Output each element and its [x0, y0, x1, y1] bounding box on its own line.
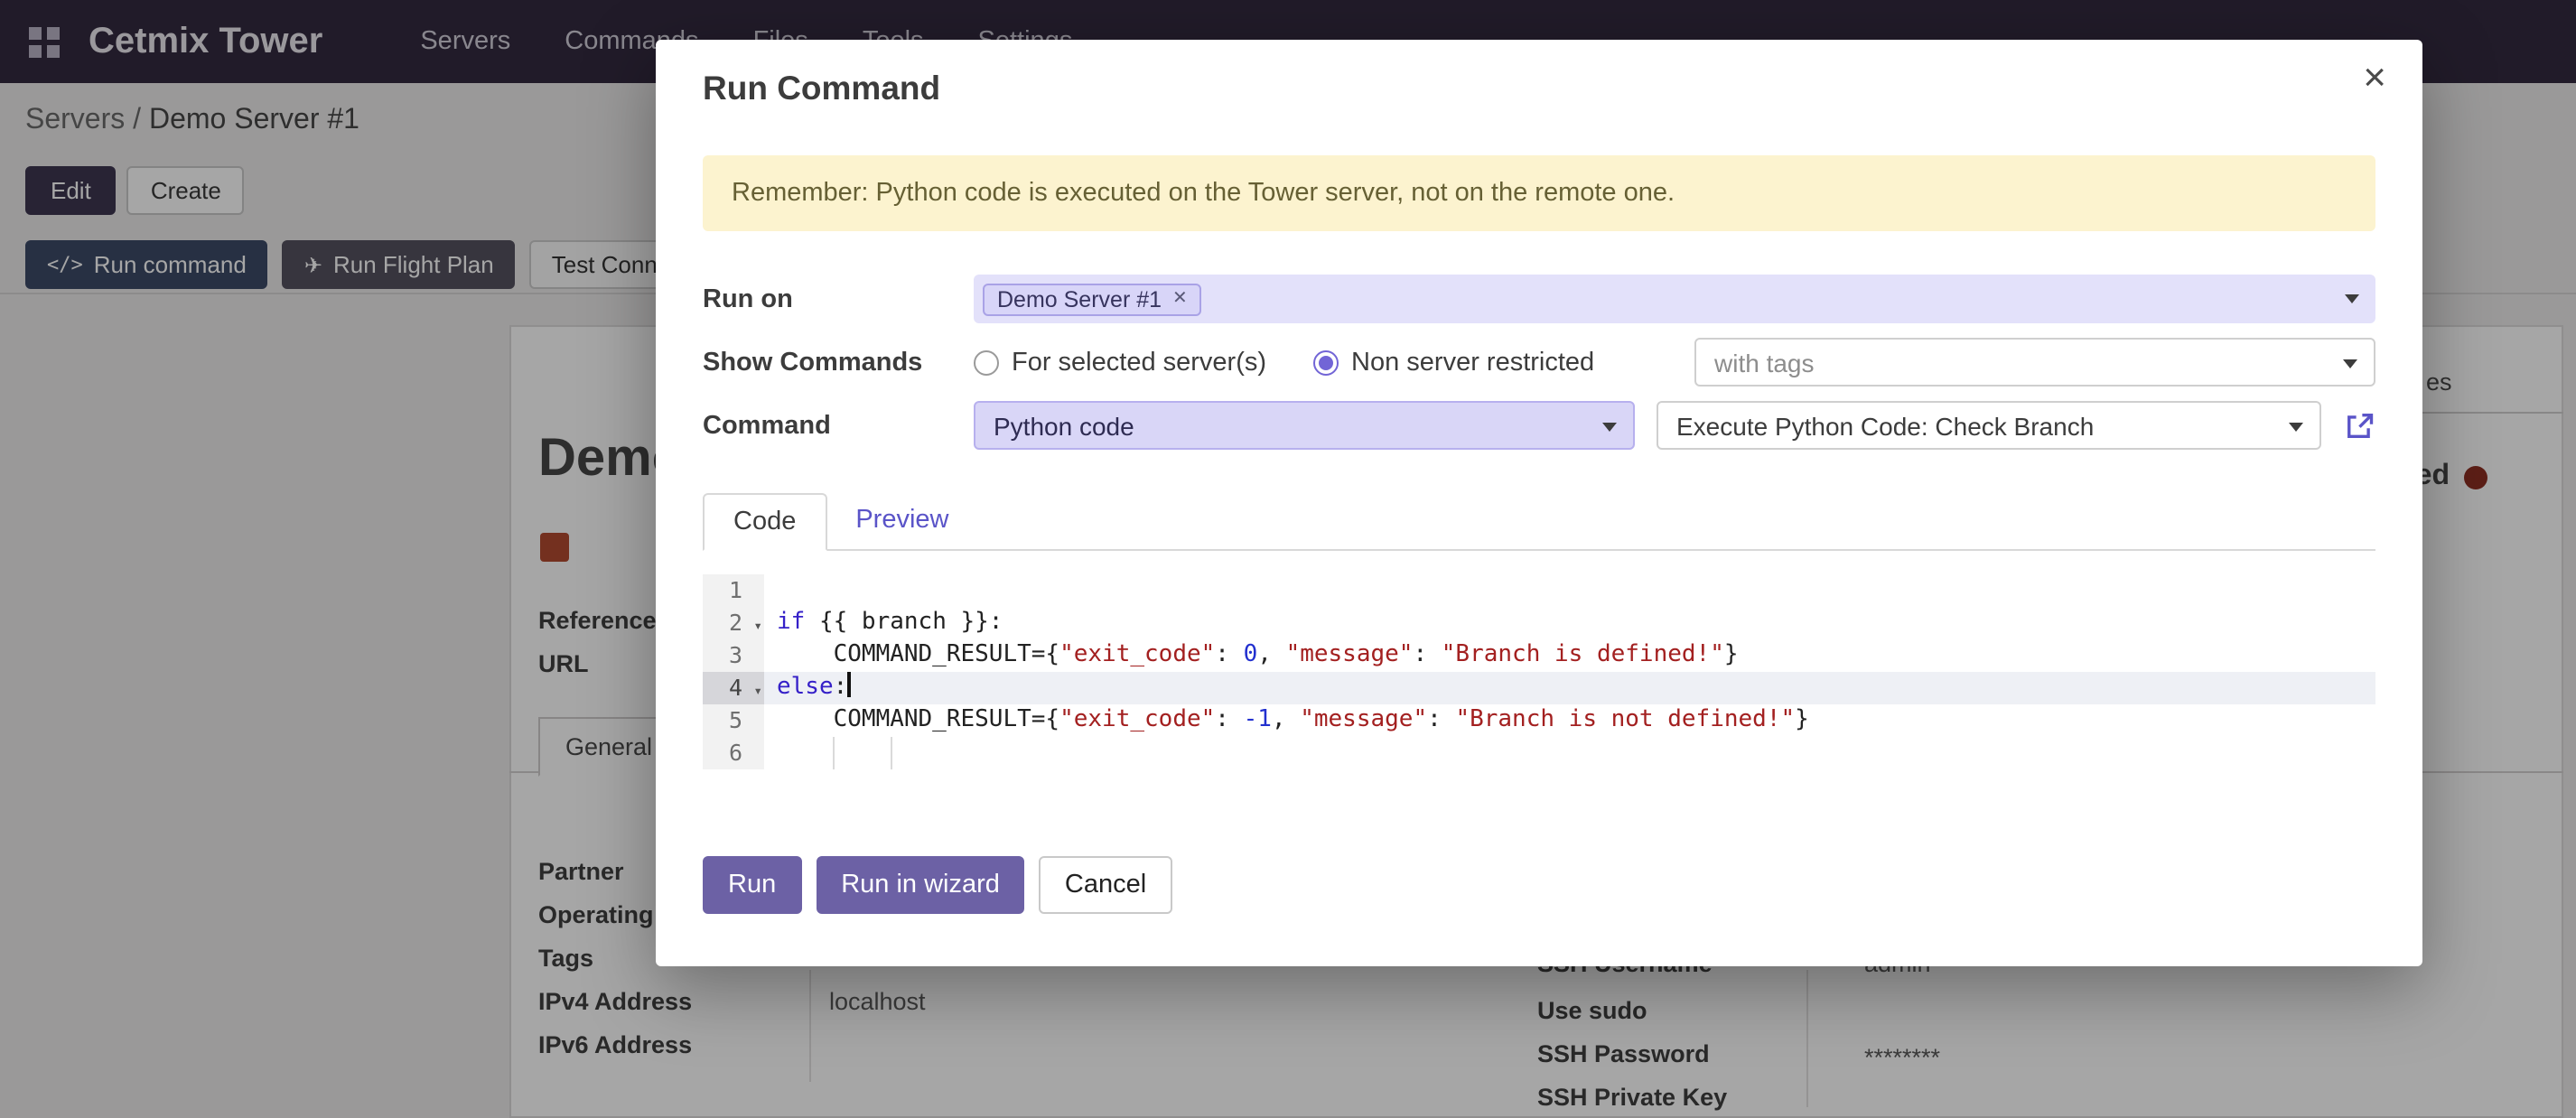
- python-warning-alert: Remember: Python code is executed on the…: [703, 155, 2375, 231]
- gutter-line-number[interactable]: 1: [703, 574, 764, 607]
- indent-guide-line: [834, 737, 835, 769]
- gutter-line-number[interactable]: 4▾: [703, 672, 764, 704]
- code-token: }: [1724, 641, 1739, 668]
- with-tags-placeholder: with tags: [1714, 348, 1815, 377]
- modal-footer: Run Run in wizard Cancel: [703, 856, 2375, 914]
- code-token: }: [1795, 706, 1809, 733]
- code-token: "Branch is defined!": [1442, 641, 1724, 668]
- code-line[interactable]: [764, 737, 2375, 769]
- code-token: "exit_code": [1059, 706, 1215, 733]
- code-line[interactable]: [764, 574, 2375, 607]
- code-token: {{ branch }}:: [805, 609, 1003, 636]
- command-type-value: Python code: [994, 411, 1134, 440]
- code-token: COMMAND_RESULT={: [777, 706, 1059, 733]
- code-token: "Branch is not defined!": [1455, 706, 1795, 733]
- code-token: :: [834, 674, 848, 701]
- chip-remove-icon[interactable]: ✕: [1172, 289, 1188, 309]
- code-token: -1: [1244, 706, 1272, 733]
- radio-non-server-restricted[interactable]: Non server restricted: [1313, 348, 1594, 377]
- editor-tabs: Code Preview: [703, 493, 2375, 551]
- editor-gutter: 12▾34▾56: [703, 574, 764, 769]
- modal-header: Run Command ×: [656, 40, 2422, 112]
- text-cursor: [847, 672, 850, 697]
- radio-label: For selected server(s): [1012, 348, 1266, 377]
- code-line[interactable]: COMMAND_RESULT={"exit_code": 0, "message…: [764, 639, 2375, 672]
- code-token: ,: [1272, 706, 1300, 733]
- chevron-down-icon[interactable]: [2345, 294, 2359, 303]
- run-command-modal: Run Command × Remember: Python code is e…: [656, 40, 2422, 966]
- indent-guide-line: [890, 737, 891, 769]
- command-type-select[interactable]: Python code: [974, 401, 1635, 450]
- code-line[interactable]: else:: [764, 672, 2375, 704]
- code-token: "exit_code": [1059, 641, 1215, 668]
- gutter-line-number[interactable]: 3: [703, 639, 764, 672]
- run-on-field[interactable]: Demo Server #1 ✕: [974, 275, 2375, 323]
- chevron-down-icon: [2343, 359, 2357, 368]
- code-token: :: [1427, 706, 1455, 733]
- code-token: :: [1215, 706, 1243, 733]
- close-icon[interactable]: ×: [2363, 58, 2386, 98]
- radio-circle-checked[interactable]: [1313, 349, 1339, 375]
- cancel-button[interactable]: Cancel: [1040, 856, 1171, 914]
- run-button[interactable]: Run: [703, 856, 801, 914]
- app-screen: Cetmix Tower Servers Commands Files Tool…: [0, 0, 2576, 1118]
- editor-lines: if {{ branch }}: COMMAND_RESULT={"exit_c…: [764, 574, 2375, 769]
- code-token: 0: [1244, 641, 1258, 668]
- gutter-line-number[interactable]: 5: [703, 704, 764, 737]
- with-tags-select[interactable]: with tags: [1694, 338, 2375, 387]
- code-editor[interactable]: 12▾34▾56 if {{ branch }}: COMMAND_RESULT…: [703, 574, 2375, 769]
- chevron-down-icon: [2289, 423, 2303, 432]
- code-token: "message": [1286, 641, 1414, 668]
- command-label: Command: [703, 411, 974, 440]
- tab-preview[interactable]: Preview: [826, 493, 977, 549]
- code-token: "message": [1300, 706, 1427, 733]
- modal-title: Run Command: [703, 69, 2375, 108]
- chevron-down-icon: [1602, 423, 1617, 432]
- radio-for-selected-servers[interactable]: For selected server(s): [974, 348, 1266, 377]
- radio-circle-unchecked[interactable]: [974, 349, 999, 375]
- code-token: else: [777, 674, 834, 701]
- server-chip-label: Demo Server #1: [997, 286, 1162, 312]
- code-token: :: [1215, 641, 1243, 668]
- run-on-label: Run on: [703, 284, 974, 313]
- gutter-line-number[interactable]: 2▾: [703, 607, 764, 639]
- fold-arrow-icon[interactable]: ▾: [753, 675, 762, 708]
- code-token: ,: [1257, 641, 1285, 668]
- code-token: COMMAND_RESULT={: [777, 641, 1059, 668]
- tab-code[interactable]: Code: [703, 493, 826, 551]
- server-chip[interactable]: Demo Server #1 ✕: [983, 283, 1202, 315]
- code-line[interactable]: if {{ branch }}:: [764, 607, 2375, 639]
- code-line[interactable]: COMMAND_RESULT={"exit_code": -1, "messag…: [764, 704, 2375, 737]
- command-value: Execute Python Code: Check Branch: [1676, 411, 2094, 440]
- code-token: if: [777, 609, 805, 636]
- show-commands-label: Show Commands: [703, 348, 974, 377]
- command-select[interactable]: Execute Python Code: Check Branch: [1657, 401, 2321, 450]
- fold-arrow-icon[interactable]: ▾: [753, 610, 762, 643]
- external-link-icon[interactable]: [2343, 409, 2375, 442]
- run-in-wizard-button[interactable]: Run in wizard: [816, 856, 1025, 914]
- gutter-line-number[interactable]: 6: [703, 737, 764, 769]
- radio-label: Non server restricted: [1351, 348, 1594, 377]
- code-token: :: [1413, 641, 1441, 668]
